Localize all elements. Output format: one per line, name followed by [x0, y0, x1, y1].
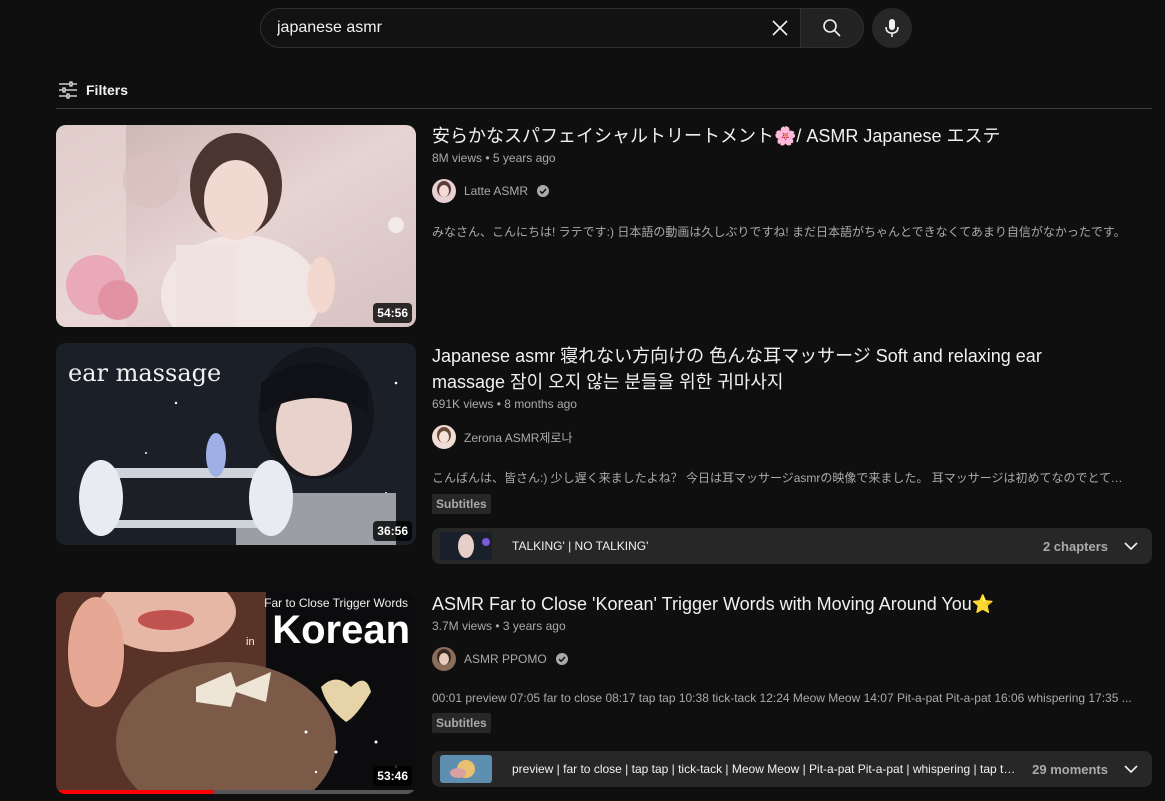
watch-progress-fill	[56, 790, 215, 794]
chapters-titles: preview | far to close | tap tap | tick-…	[512, 762, 1021, 776]
view-count: 3.7M views	[432, 619, 493, 633]
channel-name[interactable]: Zerona ASMR제로나	[464, 429, 572, 446]
video-description: みなさん、こんにちは! ラテです:) 日本語の動画は久しぶりですね! まだ日本語…	[432, 225, 1126, 239]
video-info: Japanese asmr 寝れない方向けの 色んな耳マッサージ Soft an…	[432, 343, 1152, 514]
close-icon	[772, 20, 788, 36]
subtitles-badge: Subtitles	[432, 713, 491, 733]
channel-link[interactable]: Latte ASMR	[432, 179, 1152, 203]
thumbnail-caption: ear massage	[68, 359, 222, 387]
video-result: 54:56 安らかなスパフェイシャルトリートメント🌸/ ASMR Japanes…	[56, 125, 1152, 327]
watch-progress-bar	[56, 790, 416, 794]
sliders-icon	[59, 81, 77, 99]
voice-search-button[interactable]	[872, 8, 912, 48]
search-button[interactable]	[800, 8, 864, 48]
filters-label: Filters	[86, 82, 129, 98]
channel-link[interactable]: ASMR PPOMO	[432, 647, 1152, 671]
verified-icon	[555, 653, 568, 665]
channel-avatar[interactable]	[432, 647, 456, 671]
video-title[interactable]: ASMR Far to Close 'Korean' Trigger Words…	[432, 591, 1152, 617]
video-description: こんばんは、皆さん:) 少し遅く来ましたよね？ 今日は耳マッサージasmrの映像…	[432, 471, 1132, 485]
search-results-page: Filters 54:56 安らかな	[0, 0, 1165, 801]
view-count: 691K views	[432, 397, 494, 411]
video-info: ASMR Far to Close 'Korean' Trigger Words…	[432, 592, 1152, 733]
chevron-down-icon	[1124, 765, 1138, 774]
filters-button[interactable]: Filters	[58, 80, 128, 100]
video-meta: 691K views • 8 months ago	[432, 397, 577, 411]
video-duration: 54:56	[373, 303, 412, 323]
video-thumbnail[interactable]: ear massage 36:56	[56, 343, 416, 545]
chapters-bar[interactable]: TALKING' | NO TALKING' 2 chapters	[432, 528, 1152, 564]
chapters-count: 29 moments	[1032, 761, 1108, 777]
channel-avatar[interactable]	[432, 425, 456, 449]
video-meta: 8M views • 5 years ago	[432, 151, 556, 165]
chapter-thumbnail	[440, 532, 492, 560]
channel-name[interactable]: ASMR PPOMO	[464, 652, 547, 666]
upload-age: 3 years ago	[502, 619, 566, 633]
video-thumbnail[interactable]: 54:56	[56, 125, 416, 327]
video-title[interactable]: Japanese asmr 寝れない方向けの 色んな耳マッサージ Soft an…	[432, 343, 1052, 395]
video-duration: 53:46	[373, 766, 412, 786]
microphone-icon	[885, 19, 899, 37]
chevron-down-icon	[1124, 542, 1138, 551]
channel-avatar[interactable]	[432, 179, 456, 203]
chapters-titles: TALKING' | NO TALKING'	[512, 539, 649, 553]
clear-search-button[interactable]	[760, 9, 800, 47]
video-duration: 36:56	[373, 521, 412, 541]
view-count: 8M views	[432, 151, 483, 165]
channel-link[interactable]: Zerona ASMR제로나	[432, 425, 1152, 449]
video-title[interactable]: 安らかなスパフェイシャルトリートメント🌸/ ASMR Japanese エステ	[432, 123, 1152, 149]
video-meta: 3.7M views • 3 years ago	[432, 619, 566, 633]
chapter-thumbnail	[440, 755, 492, 783]
upload-age: 8 months ago	[504, 397, 577, 411]
upload-age: 5 years ago	[492, 151, 556, 165]
video-result: ear massage 36:56 Japanese asmr 寝れない方向けの…	[56, 343, 1152, 568]
video-description: 00:01 preview 07:05 far to close 08:17 t…	[432, 691, 1132, 705]
thumbnail-caption-big: Korean	[272, 608, 410, 652]
search-bar	[260, 8, 912, 48]
verified-icon	[537, 185, 550, 197]
thumbnail-caption-in: in	[246, 636, 255, 648]
search-box[interactable]	[260, 8, 800, 48]
search-input[interactable]	[277, 19, 760, 37]
subtitles-badge: Subtitles	[432, 494, 491, 514]
search-icon	[823, 19, 841, 37]
video-result: Far to Close Trigger Words in Korean 53:…	[56, 592, 1152, 801]
chapters-bar[interactable]: preview | far to close | tap tap | tick-…	[432, 751, 1152, 787]
divider	[56, 108, 1152, 109]
video-thumbnail[interactable]: Far to Close Trigger Words in Korean 53:…	[56, 592, 416, 794]
channel-name[interactable]: Latte ASMR	[464, 184, 528, 198]
chapters-count: 2 chapters	[1042, 538, 1108, 554]
video-info: 安らかなスパフェイシャルトリートメント🌸/ ASMR Japanese エステ …	[432, 125, 1152, 240]
thumbnail-image	[56, 125, 416, 327]
